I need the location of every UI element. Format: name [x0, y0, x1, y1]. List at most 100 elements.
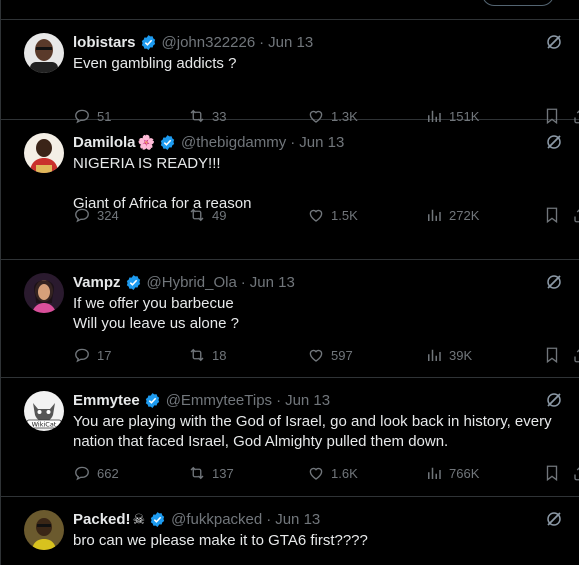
like-count: 1.6K [331, 465, 358, 481]
like-count: 1.5K [331, 207, 358, 223]
verified-badge-icon [145, 392, 159, 408]
repost-count: 137 [212, 465, 234, 481]
reply-icon [75, 208, 89, 223]
views-count: 39K [449, 347, 473, 363]
tweet-text: bro can we please make it to GTA6 first?… [73, 532, 368, 549]
separator-dot: · [290, 133, 296, 151]
share-button[interactable] [572, 464, 579, 482]
tweet[interactable]: Vampz @Hybrid_Ola · Jun 13 If we offer y… [1, 260, 579, 378]
tweet-date[interactable]: Jun 13 [250, 274, 295, 291]
like-count: 597 [331, 347, 353, 363]
separator-dot: · [259, 33, 265, 51]
bookmark-icon [546, 207, 558, 224]
repost-icon [190, 466, 204, 480]
name-emoji: ☠ [132, 510, 146, 527]
tweet-text: You are playing with the God of Israel, … [73, 413, 556, 450]
svg-text:WikiCat: WikiCat [32, 421, 57, 429]
views-button[interactable]: 272K [425, 206, 479, 224]
reply-count: 17 [97, 347, 112, 363]
grok-icon[interactable] [545, 391, 563, 409]
author-name[interactable]: Packed! [73, 511, 131, 528]
tweet[interactable]: WikiCat Emmytee @EmmyteeTips · Jun 13 Yo… [1, 378, 579, 497]
bookmark-button[interactable] [543, 464, 561, 482]
tweet[interactable]: Damilola 🌸 @thebigdammy · Jun 13 NIGERIA… [1, 120, 579, 260]
share-icon [574, 467, 579, 481]
avatar[interactable] [24, 510, 64, 550]
share-icon [574, 209, 579, 223]
author-handle[interactable]: @thebigdammy [181, 134, 286, 151]
views-button[interactable]: 766K [425, 464, 479, 482]
tweet-date[interactable]: Jun 13 [268, 34, 313, 51]
like-button[interactable]: 1.5K [307, 206, 358, 224]
author-handle[interactable]: @EmmyteeTips [166, 392, 272, 409]
tweet-text: NIGERIA IS READY!!! Giant of Africa for … [73, 155, 252, 212]
repost-count: 18 [212, 347, 227, 363]
bookmark-button[interactable] [543, 206, 561, 224]
tweet-actions: 17 18 597 39K [73, 346, 579, 366]
author-handle[interactable]: @Hybrid_Ola [147, 274, 237, 291]
tweet-text: Even gambling addicts ? [73, 55, 237, 72]
share-button[interactable] [572, 206, 579, 224]
reply-button[interactable]: 17 [73, 346, 111, 364]
tweet-text: If we offer you barbecue Will you leave … [73, 295, 239, 332]
author-name[interactable]: Damilola [73, 134, 136, 151]
separator-dot: · [266, 510, 272, 528]
author-name[interactable]: Emmytee [73, 392, 140, 409]
bookmark-icon [546, 347, 558, 364]
timeline-top-edge [1, 0, 579, 20]
avatar[interactable] [24, 133, 64, 173]
author-name[interactable]: Vampz [73, 274, 121, 291]
reply-button[interactable]: 662 [73, 464, 119, 482]
author-name[interactable]: lobistars [73, 34, 136, 51]
views-icon [428, 209, 441, 221]
repost-icon [190, 208, 204, 222]
author-handle[interactable]: @fukkpacked [171, 511, 262, 528]
share-icon [574, 349, 579, 363]
repost-button[interactable]: 49 [188, 206, 226, 224]
tweet[interactable]: Packed! ☠ @fukkpacked · Jun 13 bro can w… [1, 497, 579, 565]
name-emoji: 🌸 [137, 133, 155, 150]
tweet-date[interactable]: Jun 13 [275, 511, 320, 528]
views-button[interactable]: 39K [425, 346, 472, 364]
grok-icon[interactable] [545, 133, 563, 151]
tweet-actions: 324 49 1.5K 272K [73, 206, 579, 226]
avatar[interactable] [24, 273, 64, 313]
reply-icon [75, 466, 89, 481]
separator-dot: · [240, 273, 246, 291]
top-pill-button[interactable] [482, 0, 554, 6]
tweet[interactable]: lobistars @john322226 · Jun 13 Even gamb… [1, 20, 579, 125]
repost-button[interactable]: 18 [188, 346, 226, 364]
share-button[interactable] [572, 346, 579, 364]
like-icon [309, 209, 323, 222]
verified-badge-icon [141, 34, 155, 50]
views-count: 272K [449, 207, 480, 223]
grok-icon[interactable] [545, 510, 563, 528]
avatar[interactable]: WikiCat [24, 391, 64, 431]
like-button[interactable]: 1.6K [307, 464, 358, 482]
like-icon [309, 467, 323, 480]
bookmark-button[interactable] [543, 346, 561, 364]
verified-badge-icon [150, 511, 165, 527]
verified-badge-icon [160, 134, 175, 150]
tweet-actions: 662 137 1.6K 766K [73, 464, 579, 484]
timeline: lobistars @john322226 · Jun 13 Even gamb… [0, 0, 579, 565]
verified-badge-icon [126, 274, 140, 290]
repost-count: 49 [212, 207, 227, 223]
reply-count: 662 [97, 465, 119, 481]
bookmark-icon [546, 465, 558, 482]
repost-button[interactable]: 137 [188, 464, 234, 482]
separator-dot: · [276, 391, 282, 409]
tweet-date[interactable]: Jun 13 [285, 392, 330, 409]
like-icon [309, 349, 323, 362]
avatar[interactable] [24, 33, 64, 73]
reply-button[interactable]: 324 [73, 206, 119, 224]
views-count: 766K [449, 465, 480, 481]
grok-icon[interactable] [545, 33, 563, 51]
tweet-date[interactable]: Jun 13 [299, 134, 344, 151]
author-handle[interactable]: @john322226 [162, 34, 256, 51]
grok-icon[interactable] [545, 273, 563, 291]
views-icon [428, 467, 441, 479]
repost-icon [190, 348, 204, 362]
reply-count: 324 [97, 207, 119, 223]
like-button[interactable]: 597 [307, 346, 353, 364]
